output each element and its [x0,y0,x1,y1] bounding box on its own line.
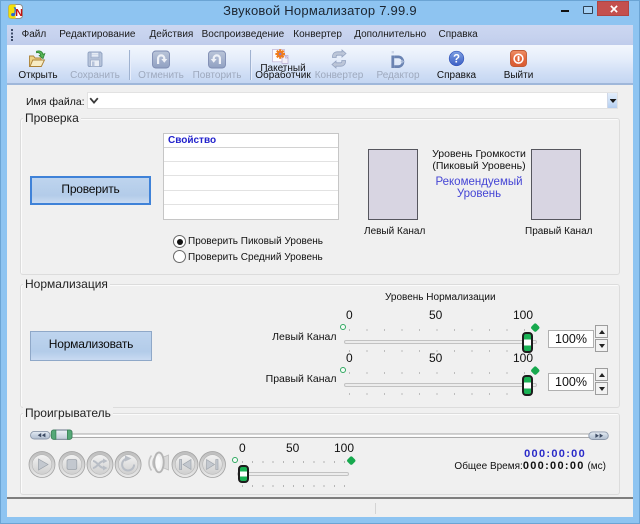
svg-text:?: ? [453,53,460,65]
